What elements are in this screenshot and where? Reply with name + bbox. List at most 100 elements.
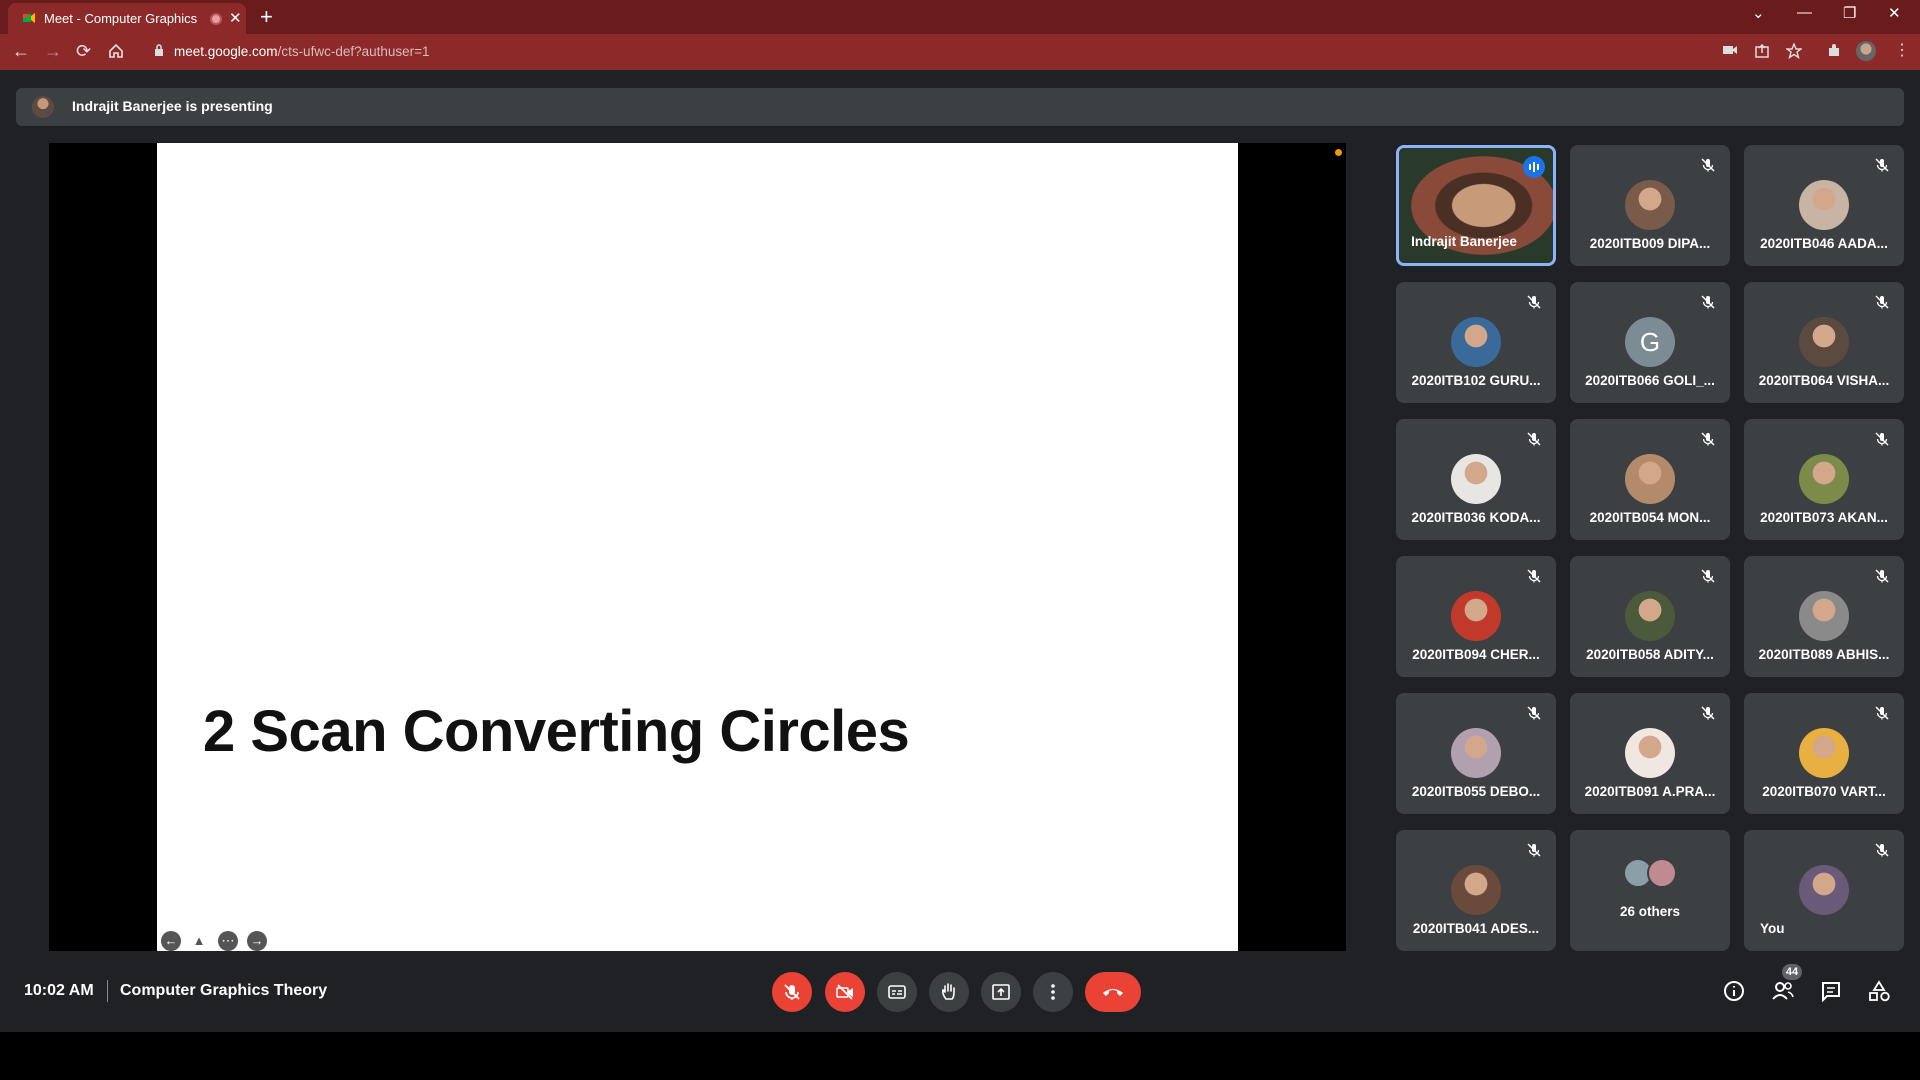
mic-muted-icon [1526, 431, 1542, 447]
meet-area: Indrajit Banerjee is presenting 2 Scan C… [0, 70, 1920, 1032]
prev-slide-icon[interactable]: ← [161, 931, 181, 951]
participant-tile[interactable]: You [1744, 830, 1904, 951]
avatar [1451, 728, 1501, 778]
extensions-icon[interactable] [1826, 43, 1842, 59]
participant-name: 26 others [1619, 904, 1681, 919]
omnibox[interactable]: meet.google.com/cts-ufwc-def?authuser=1 [140, 38, 1740, 66]
hand-icon [942, 983, 955, 1000]
mic-muted-icon [1700, 157, 1716, 173]
meet-favicon-icon [23, 13, 35, 23]
people-icon[interactable] [1771, 980, 1795, 1002]
participant-name: 2020ITB055 DEBO... [1411, 784, 1541, 799]
mic-off-icon [784, 984, 800, 1000]
avatar [1647, 858, 1677, 888]
camera-icon[interactable] [1722, 43, 1738, 57]
captions-button[interactable] [877, 972, 917, 1012]
people-count-badge: 44 [1782, 964, 1802, 980]
close-window-icon[interactable]: ✕ [1888, 4, 1901, 22]
participant-tile[interactable]: 2020ITB073 AKAN... [1744, 419, 1904, 540]
clock: 10:02 AM [24, 982, 94, 999]
restore-icon[interactable]: ❐ [1843, 4, 1856, 22]
avatar [1799, 591, 1849, 641]
participant-name: 2020ITB066 GOLI_... [1585, 373, 1715, 388]
back-icon[interactable]: ← [12, 41, 30, 62]
participant-tile[interactable]: 2020ITB058 ADITY... [1570, 556, 1730, 677]
participant-tile[interactable]: 2020ITB009 DIPA... [1570, 145, 1730, 266]
speaking-indicator-icon [1523, 156, 1545, 178]
bookmark-star-icon[interactable] [1786, 43, 1802, 59]
participant-tile[interactable]: 26 others [1570, 830, 1730, 951]
home-icon[interactable] [108, 43, 124, 59]
reload-icon[interactable]: ⟳ [76, 41, 91, 62]
participant-tile[interactable]: 2020ITB036 KODA... [1396, 419, 1556, 540]
participant-tile[interactable]: 2020ITB046 AADA... [1744, 145, 1904, 266]
avatar [1625, 180, 1675, 230]
presenting-text: Indrajit Banerjee is presenting [72, 98, 273, 114]
profile-avatar[interactable] [1856, 41, 1876, 61]
participant-name: 2020ITB058 ADITY... [1586, 647, 1714, 662]
avatar [1799, 317, 1849, 367]
mic-muted-icon [1526, 842, 1542, 858]
present-button[interactable] [981, 972, 1021, 1012]
recording-indicator-icon [210, 13, 222, 25]
close-tab-icon[interactable]: ✕ [229, 9, 242, 27]
meeting-controls-bar: 10:02 AM Computer Graphics Theory 44 [0, 952, 1920, 1032]
mic-muted-icon [1700, 705, 1716, 721]
pen-icon[interactable]: ▲ [189, 931, 209, 951]
avatar [1451, 317, 1501, 367]
leave-call-button[interactable] [1085, 972, 1141, 1012]
raise-hand-button[interactable] [929, 972, 969, 1012]
browser-tab[interactable]: Meet - Computer Graphics T ✕ [8, 3, 246, 34]
participant-name: 2020ITB070 VART... [1762, 784, 1886, 799]
mic-muted-icon [1700, 431, 1716, 447]
participant-tile[interactable]: 2020ITB102 GURU... [1396, 282, 1556, 403]
participant-tile[interactable]: Indrajit Banerjee [1396, 145, 1556, 266]
minimize-icon[interactable]: — [1797, 4, 1812, 21]
activities-icon[interactable] [1867, 980, 1891, 1002]
avatar [1799, 865, 1849, 915]
more-slide-options-icon[interactable]: ⋯ [218, 931, 238, 951]
participant-tile[interactable]: G 2020ITB066 GOLI_... [1570, 282, 1730, 403]
present-screen-icon [992, 984, 1010, 1000]
participant-name: 2020ITB102 GURU... [1411, 373, 1541, 388]
url-path: /cts-ufwc-def?authuser=1 [277, 44, 430, 59]
participant-tile[interactable]: 2020ITB055 DEBO... [1396, 693, 1556, 814]
screen: Meet - Computer Graphics T ✕ + ⌄ — ❐ ✕ ←… [0, 0, 1920, 1080]
participant-tile[interactable]: 2020ITB064 VISHA... [1744, 282, 1904, 403]
avatar: G [1625, 317, 1675, 367]
meeting-title: Computer Graphics Theory [120, 982, 328, 999]
participant-tile[interactable]: 2020ITB070 VART... [1744, 693, 1904, 814]
participant-tile[interactable]: 2020ITB054 MON... [1570, 419, 1730, 540]
participant-name: 2020ITB054 MON... [1589, 510, 1711, 525]
participant-name: 2020ITB009 DIPA... [1589, 236, 1711, 251]
microphone-toggle-button[interactable] [772, 972, 812, 1012]
avatar [1799, 728, 1849, 778]
participant-tile[interactable]: 2020ITB041 ADES... [1396, 830, 1556, 951]
url-domain: meet.google.com [174, 44, 278, 59]
more-options-button[interactable] [1033, 972, 1073, 1012]
presenter-avatar [32, 96, 54, 118]
participant-tile[interactable]: 2020ITB094 CHER... [1396, 556, 1556, 677]
tab-search-icon[interactable]: ⌄ [1752, 4, 1765, 22]
divider [107, 980, 108, 1002]
camera-toggle-button[interactable] [825, 972, 865, 1012]
avatar [1451, 454, 1501, 504]
tab-title: Meet - Computer Graphics T [44, 11, 199, 26]
presenting-banner: Indrajit Banerjee is presenting [16, 88, 1904, 126]
meeting-details-icon[interactable] [1723, 980, 1745, 1002]
share-icon[interactable] [1754, 43, 1770, 59]
mic-muted-icon [1700, 568, 1716, 584]
presentation-stage: 2 Scan Converting Circles ← ▲ ⋯ → [49, 143, 1346, 951]
captions-icon [888, 985, 906, 999]
new-tab-button[interactable]: + [260, 4, 273, 30]
participant-tile[interactable]: 2020ITB091 A.PRA... [1570, 693, 1730, 814]
participant-tile[interactable]: 2020ITB089 ABHIS... [1744, 556, 1904, 677]
chrome-menu-icon[interactable]: ⋮ [1894, 40, 1910, 60]
participant-name: 2020ITB041 ADES... [1412, 921, 1540, 936]
hang-up-icon [1103, 989, 1123, 996]
activity-dot [1335, 149, 1342, 156]
next-slide-icon[interactable]: → [247, 931, 267, 951]
browser-tab-strip: Meet - Computer Graphics T ✕ + ⌄ — ❐ ✕ [0, 0, 1920, 34]
chat-icon[interactable] [1820, 980, 1842, 1002]
forward-icon[interactable]: → [44, 41, 62, 62]
